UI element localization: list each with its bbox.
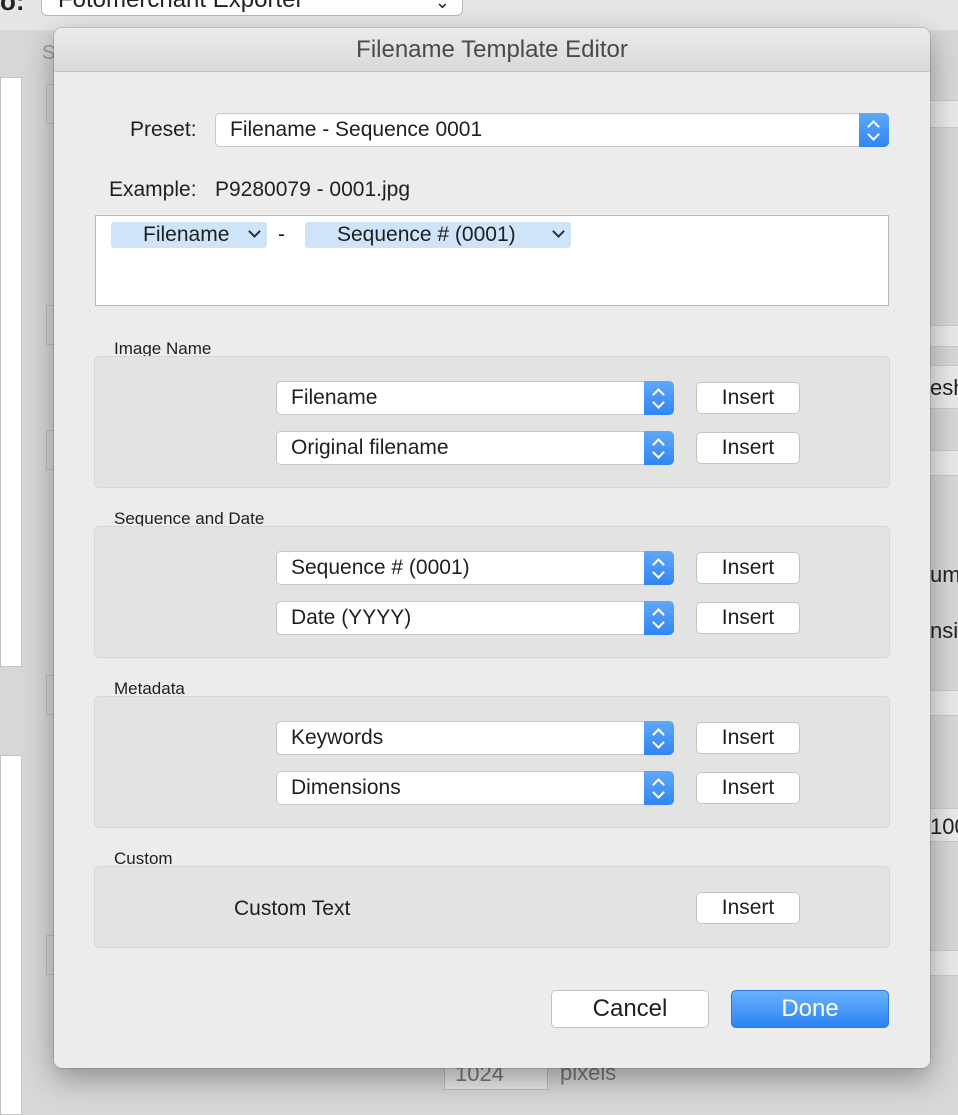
preset-select[interactable]: Filename - Sequence 0001 bbox=[215, 113, 889, 147]
parent-left-pane bbox=[0, 77, 22, 667]
popup-value: Dimensions bbox=[291, 776, 401, 799]
popup-value: Filename bbox=[291, 386, 378, 409]
image-name-popup-2[interactable]: Original filename bbox=[276, 431, 674, 465]
token-label: Filename bbox=[143, 223, 230, 246]
parent-control-edge bbox=[46, 305, 54, 345]
exporter-select[interactable]: Fotomerchant Exporter ⌄ bbox=[41, 0, 463, 16]
filename-template-dialog: Filename Template Editor Preset: Filenam… bbox=[54, 28, 930, 1068]
section-image-name: Filename Insert Original filename Insert bbox=[94, 356, 890, 488]
token-sequence[interactable]: Sequence # (0001) bbox=[305, 222, 571, 248]
dialog-title: Filename Template Editor bbox=[54, 28, 930, 72]
parent-right-text: nsic bbox=[930, 618, 958, 643]
insert-button[interactable]: Insert bbox=[696, 892, 800, 924]
parent-right-control bbox=[928, 325, 958, 347]
parent-right-text: umb bbox=[930, 562, 958, 587]
stepper-icon bbox=[644, 381, 674, 415]
keywords-popup[interactable]: Keywords bbox=[276, 721, 674, 755]
popup-value: Original filename bbox=[291, 436, 449, 459]
parent-right-text: 100 bbox=[930, 814, 958, 839]
token-filename[interactable]: Filename bbox=[111, 222, 267, 248]
date-popup[interactable]: Date (YYYY) bbox=[276, 601, 674, 635]
preset-label: Preset: bbox=[130, 118, 197, 141]
parent-right-text: esh bbox=[930, 375, 958, 400]
template-token-field[interactable]: Filename - Sequence # (0001) bbox=[95, 215, 889, 306]
insert-button[interactable]: Insert bbox=[696, 722, 800, 754]
parent-left-pane-lower bbox=[0, 755, 22, 1115]
popup-value: Date (YYYY) bbox=[291, 606, 412, 629]
insert-button[interactable]: Insert bbox=[696, 602, 800, 634]
section-custom: Custom Text Insert bbox=[94, 866, 890, 948]
section-sequence-date: Sequence # (0001) Insert Date (YYYY) Ins… bbox=[94, 526, 890, 658]
stepper-icon bbox=[644, 721, 674, 755]
popup-value: Sequence # (0001) bbox=[291, 556, 470, 579]
sequence-popup[interactable]: Sequence # (0001) bbox=[276, 551, 674, 585]
stepper-icon bbox=[644, 601, 674, 635]
insert-button[interactable]: Insert bbox=[696, 552, 800, 584]
example-value: P9280079 - 0001.jpg bbox=[215, 178, 410, 201]
popup-value: Keywords bbox=[291, 726, 384, 749]
chevron-down-icon bbox=[552, 225, 565, 238]
parent-right-control bbox=[928, 950, 958, 976]
parent-right-control bbox=[928, 100, 958, 128]
insert-button[interactable]: Insert bbox=[696, 382, 800, 414]
parent-control-edge bbox=[46, 935, 54, 975]
insert-button[interactable]: Insert bbox=[696, 432, 800, 464]
stepper-icon bbox=[644, 771, 674, 805]
section-metadata: Keywords Insert Dimensions Insert bbox=[94, 696, 890, 828]
preset-select-value: Filename - Sequence 0001 bbox=[230, 118, 483, 141]
chevron-down-icon: ⌄ bbox=[434, 0, 450, 12]
stepper-icon bbox=[644, 431, 674, 465]
custom-text-label: Custom Text bbox=[234, 897, 351, 920]
cancel-button[interactable]: Cancel bbox=[551, 990, 709, 1028]
dimensions-popup[interactable]: Dimensions bbox=[276, 771, 674, 805]
image-name-popup-1[interactable]: Filename bbox=[276, 381, 674, 415]
parent-control-edge bbox=[46, 430, 54, 470]
stepper-icon bbox=[644, 551, 674, 585]
example-label: Example: bbox=[109, 178, 197, 201]
stepper-icon bbox=[859, 113, 889, 147]
insert-button[interactable]: Insert bbox=[696, 772, 800, 804]
token-separator: - bbox=[278, 223, 285, 246]
parent-control-edge bbox=[46, 675, 54, 715]
done-button[interactable]: Done bbox=[731, 990, 889, 1028]
token-label: Sequence # (0001) bbox=[337, 223, 516, 246]
exporter-select-value: Fotomerchant Exporter bbox=[58, 0, 303, 13]
parent-right-control bbox=[928, 450, 958, 476]
parent-right-control bbox=[928, 690, 958, 716]
export-to-label: o: bbox=[0, 0, 25, 16]
parent-control-edge bbox=[46, 84, 54, 124]
chevron-down-icon bbox=[248, 225, 261, 238]
